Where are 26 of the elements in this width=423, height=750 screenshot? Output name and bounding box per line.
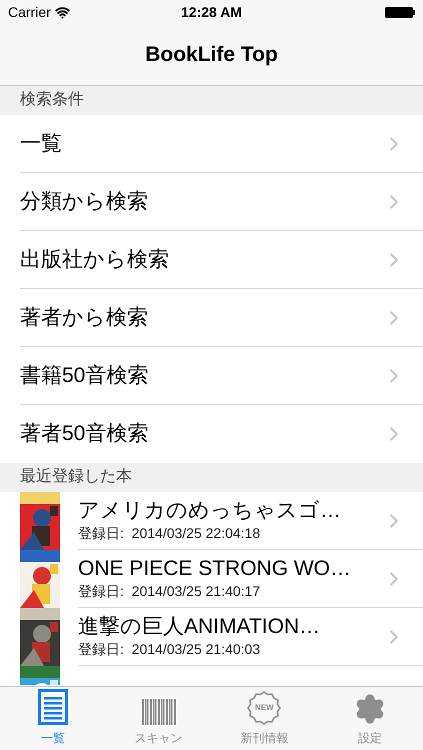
registration-date: 登録日: 2014/03/25 21:40:03 [78, 640, 262, 658]
book-row[interactable]: アメリカのめっちゃスゴ… 登録日: 2014/03/25 22:04:18 [0, 492, 423, 550]
settings-icon [354, 693, 386, 725]
menu-item[interactable]: 著者50音検索 [0, 405, 423, 463]
document-list-icon [38, 689, 68, 725]
battery-icon [384, 6, 415, 18]
book-title: ONE PIECE STRONG WO… [78, 556, 352, 582]
section-header: 検索条件 [20, 90, 84, 110]
status-time: 12:28 AM [181, 2, 242, 22]
menu-item[interactable]: 一覧 [0, 115, 423, 173]
registration-date: 登録日: 2014/03/25 22:04:18 [78, 524, 262, 542]
menu-item[interactable]: 分類から検索 [0, 173, 423, 231]
menu-item[interactable]: 書籍50音検索 [0, 347, 423, 405]
new-badge-icon: NEW [247, 691, 282, 725]
carrier-label: Carrier [8, 2, 51, 22]
menu-item[interactable]: 著者から検索 [0, 289, 423, 347]
registration-date: 登録日: 2014/03/25 21:40:17 [78, 582, 262, 600]
book-row[interactable]: ONE PIECE STRONG WO… 登録日: 2014/03/25 21:40:17 [0, 550, 423, 608]
barcode-icon [142, 699, 176, 725]
section-header: 最近登録した本 [20, 466, 132, 487]
tab-item[interactable]: 一覧 [0, 687, 106, 750]
book-title: アメリカのめっちゃスゴ… [78, 498, 342, 524]
nav-title: BookLife Top [145, 42, 278, 68]
menu-item[interactable]: 出版社から検索 [0, 231, 423, 289]
book-title: 進撃の巨人ANIMATION… [78, 614, 322, 640]
wifi-icon [54, 4, 70, 20]
